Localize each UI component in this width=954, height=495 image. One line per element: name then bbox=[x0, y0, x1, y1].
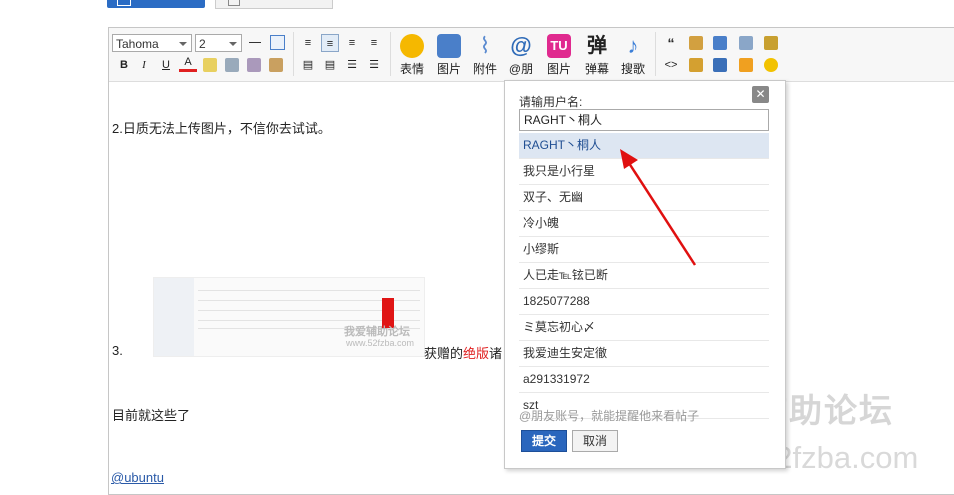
bold-button[interactable]: B bbox=[115, 56, 133, 74]
paperclip-icon: ⌇ bbox=[479, 33, 491, 58]
danmu-icon: 弹 bbox=[587, 35, 607, 57]
danmu-label: 弹幕 bbox=[584, 62, 609, 76]
horizontal-rule-icon[interactable] bbox=[249, 42, 261, 43]
page-break-icon[interactable] bbox=[713, 58, 727, 72]
font-size-value: 2 bbox=[199, 37, 206, 51]
font-family-value: Tahoma bbox=[116, 37, 159, 51]
link-icon[interactable] bbox=[225, 58, 239, 72]
float-right-icon[interactable]: ▤ bbox=[321, 56, 339, 74]
smiley-button[interactable]: 表情 bbox=[398, 34, 426, 77]
content-line-4: 目前就这些了 bbox=[112, 408, 191, 423]
smiley-icon bbox=[400, 34, 424, 58]
cancel-button[interactable]: 取消 bbox=[572, 430, 618, 452]
toolbar-divider bbox=[293, 32, 294, 76]
arrow-shaft bbox=[625, 159, 697, 266]
smiley-label: 表情 bbox=[399, 62, 424, 76]
chevron-down-icon bbox=[179, 42, 187, 46]
font-family-select[interactable]: Tahoma bbox=[112, 34, 192, 52]
lock-icon[interactable] bbox=[689, 58, 703, 72]
table-icon[interactable] bbox=[270, 35, 285, 50]
username-input[interactable]: RAGHT丶桐人 bbox=[519, 109, 769, 131]
doc-icon bbox=[228, 0, 240, 6]
image-label: 图片 bbox=[436, 62, 461, 76]
cropped-icon-row bbox=[110, 83, 510, 89]
suggestion-item[interactable]: 我爱迪生安定徹 bbox=[519, 341, 769, 367]
mention-link[interactable]: @ubuntu bbox=[111, 470, 164, 485]
suggestion-item[interactable]: 1825077288 bbox=[519, 289, 769, 315]
music-button[interactable]: ♪ 搜歌 bbox=[619, 34, 647, 77]
underline-button[interactable]: U bbox=[157, 56, 175, 74]
close-icon[interactable]: ✕ bbox=[752, 86, 769, 103]
image-button[interactable]: 图片 bbox=[435, 34, 463, 77]
line3-text: 获赠的 bbox=[424, 346, 464, 361]
screenshot-watermark: 我爱辅助论坛 bbox=[344, 326, 410, 338]
mention-label: @朋 bbox=[508, 62, 534, 76]
submit-button[interactable]: 提交 bbox=[521, 430, 567, 452]
bg-icon[interactable] bbox=[764, 58, 778, 72]
italic-button[interactable]: I bbox=[135, 56, 153, 74]
embedded-screenshot-image: 我爱辅助论坛 www.52fzba.com bbox=[153, 277, 425, 357]
mention-button[interactable]: @ @朋 bbox=[507, 34, 535, 77]
edit-icon bbox=[117, 0, 131, 6]
suggestion-item[interactable]: ミ莫忘初心〆 bbox=[519, 315, 769, 341]
align-left-icon[interactable]: ≡ bbox=[321, 34, 339, 52]
font-color-button[interactable]: A bbox=[179, 55, 197, 72]
align-center-icon[interactable]: ≡ bbox=[343, 34, 361, 52]
free-icon[interactable] bbox=[689, 36, 703, 50]
layout-icon[interactable] bbox=[739, 36, 753, 50]
tu-image-label: 图片 bbox=[546, 62, 571, 76]
clear-format-icon[interactable] bbox=[269, 58, 283, 72]
line3-red-text: 绝版 bbox=[463, 346, 490, 361]
at-icon: @ bbox=[510, 33, 532, 58]
line3-tail-text: 诸 bbox=[489, 346, 503, 361]
screenshot-sidebar bbox=[154, 278, 194, 356]
content-line-1: 2.日质无法上传图片，不信你去试试。 bbox=[112, 121, 331, 136]
font-size-select[interactable]: 2 bbox=[195, 34, 242, 52]
unordered-list-icon[interactable]: ☰ bbox=[365, 56, 383, 74]
danmu-button[interactable]: 弹 弹幕 bbox=[583, 34, 611, 77]
unlink-icon[interactable] bbox=[247, 58, 261, 72]
tab-inactive[interactable] bbox=[215, 0, 333, 9]
media-icon[interactable] bbox=[739, 58, 753, 72]
music-label: 搜歌 bbox=[620, 62, 645, 76]
toolbar-divider bbox=[655, 32, 656, 76]
align-justify-icon[interactable]: ≡ bbox=[299, 34, 317, 52]
arrow-head bbox=[620, 149, 638, 169]
code-block-icon[interactable] bbox=[713, 36, 727, 50]
ordered-list-icon[interactable]: ☰ bbox=[343, 56, 361, 74]
content-line-3-prefix: 3. bbox=[112, 343, 123, 358]
tu-image-button[interactable]: TU 图片 bbox=[545, 34, 573, 77]
toolbar-divider bbox=[390, 32, 391, 76]
screenshot-row bbox=[198, 290, 420, 291]
tu-icon: TU bbox=[547, 34, 571, 58]
music-note-icon: ♪ bbox=[627, 33, 639, 58]
content-line-3: 获赠的绝版诸 bbox=[424, 343, 502, 362]
align-right-icon[interactable]: ≡ bbox=[365, 34, 383, 52]
image-icon bbox=[437, 34, 461, 58]
popup-title: 请输用户名: bbox=[519, 95, 583, 109]
attachment-label: 附件 bbox=[472, 62, 497, 76]
highlight-icon[interactable] bbox=[203, 58, 217, 72]
key-icon[interactable] bbox=[764, 36, 778, 50]
screenshot-watermark-url: www.52fzba.com bbox=[346, 338, 415, 348]
tab-active[interactable] bbox=[107, 0, 205, 8]
popup-hint: @朋友账号，就能提醒他来看帖子 bbox=[519, 409, 700, 423]
chevron-down-icon bbox=[229, 42, 237, 46]
quote-icon[interactable]: “ bbox=[662, 34, 680, 52]
code-icon[interactable]: <> bbox=[662, 56, 680, 74]
suggestion-item[interactable]: a291331972 bbox=[519, 367, 769, 393]
annotation-arrow bbox=[620, 149, 697, 266]
float-left-icon[interactable]: ▤ bbox=[299, 56, 317, 74]
attachment-button[interactable]: ⌇ 附件 bbox=[471, 34, 499, 77]
